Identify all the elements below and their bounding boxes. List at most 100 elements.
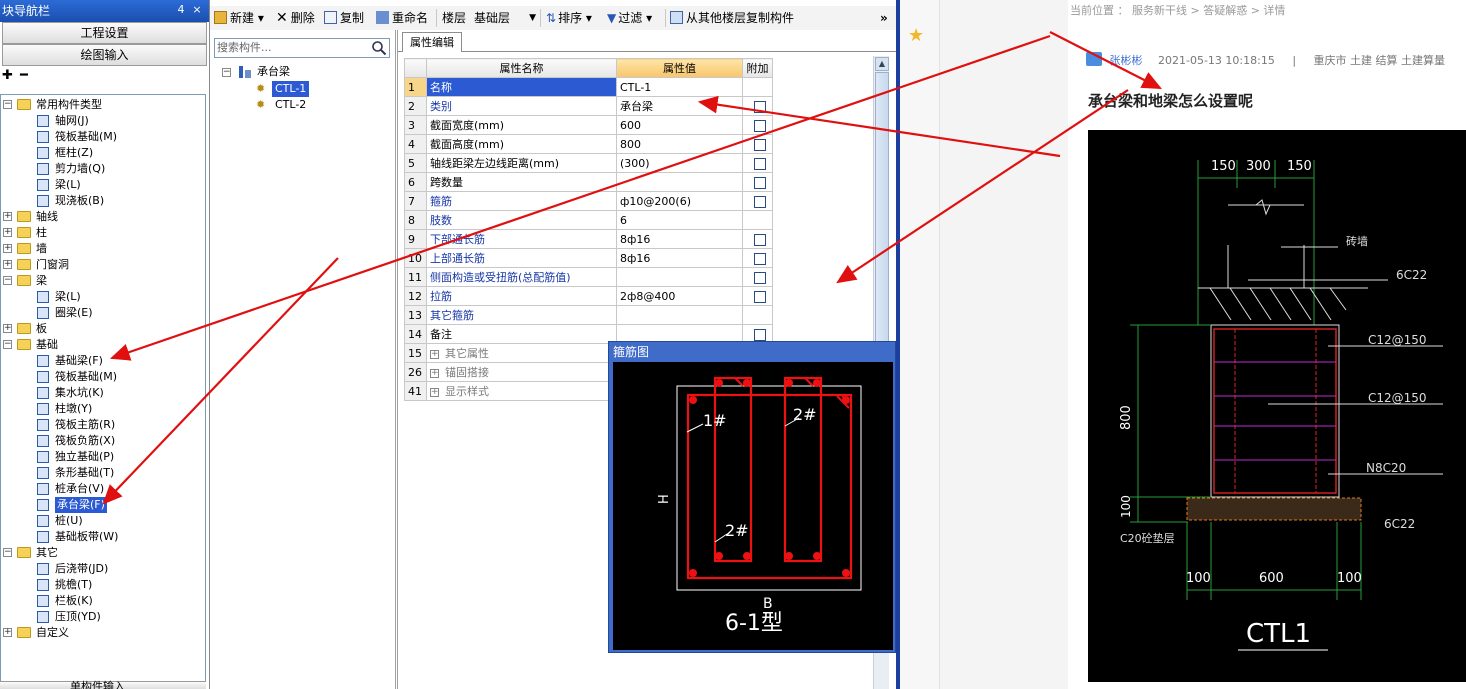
tree-folder[interactable]: 门窗洞: [36, 257, 69, 273]
tree-folder[interactable]: 轴线: [36, 209, 58, 225]
tree-toggle[interactable]: −: [3, 340, 12, 349]
copy-from-floor-button[interactable]: 从其他楼层复制构件: [670, 9, 794, 27]
collapse-toggle[interactable]: −: [222, 68, 231, 77]
tree-toggle[interactable]: −: [3, 276, 12, 285]
tree-toggle[interactable]: +: [3, 628, 12, 637]
tree-item[interactable]: 梁(L): [55, 177, 81, 193]
property-row[interactable]: 12 拉筋 2ф8@400: [404, 286, 773, 306]
tab-property-edit[interactable]: 属性编辑: [402, 32, 462, 52]
tree-item[interactable]: 桩(U): [55, 513, 83, 529]
drawing-input-button[interactable]: 绘图输入: [2, 44, 207, 66]
property-row[interactable]: 9 下部通长筋 8ф16: [404, 229, 773, 249]
tree-item[interactable]: 梁(L): [55, 289, 81, 305]
tree-item[interactable]: 栏板(K): [55, 593, 93, 609]
component-item-ctl-1[interactable]: CTL-1: [272, 81, 310, 97]
property-value-field[interactable]: CTL-1: [616, 77, 743, 97]
tree-item[interactable]: 筏板主筋(R): [55, 417, 115, 433]
tree-folder[interactable]: 墙: [36, 241, 47, 257]
tree-item[interactable]: 基础梁(F): [55, 353, 103, 369]
property-row[interactable]: 4 截面高度(mm) 800: [404, 134, 773, 154]
single-component-input-button[interactable]: 单构件输入: [0, 680, 206, 689]
property-row[interactable]: 5 轴线距梁左边线距离(mm) (300): [404, 153, 773, 173]
tree-item[interactable]: 桩承台(V): [55, 481, 104, 497]
expand-group-icon[interactable]: +: [430, 368, 439, 378]
property-row[interactable]: 6 跨数量: [404, 172, 773, 192]
property-value-field[interactable]: 8ф16: [616, 248, 743, 268]
property-row[interactable]: 3 截面宽度(mm) 600: [404, 115, 773, 135]
tree-item[interactable]: 柱墩(Y): [55, 401, 92, 417]
scroll-thumb[interactable]: [875, 72, 889, 362]
expand-group-icon[interactable]: +: [430, 387, 439, 397]
tree-item[interactable]: 框柱(Z): [55, 145, 93, 161]
tree-item[interactable]: 筏板基础(M): [55, 129, 117, 145]
property-value-field[interactable]: [616, 172, 743, 192]
scroll-up-icon[interactable]: ▲: [875, 57, 889, 71]
attach-checkbox[interactable]: [754, 328, 766, 341]
rename-button[interactable]: 重命名: [376, 9, 428, 27]
property-value-field[interactable]: [616, 305, 743, 325]
tree-toggle[interactable]: +: [3, 324, 12, 333]
property-row[interactable]: 7 箍筋 ф10@200(6): [404, 191, 773, 211]
attach-checkbox[interactable]: [754, 100, 766, 113]
tree-toggle[interactable]: +: [3, 244, 12, 253]
close-icon[interactable]: ×: [190, 3, 204, 17]
property-row[interactable]: 2 类别 承台梁: [404, 96, 773, 116]
tree-item[interactable]: 集水坑(K): [55, 385, 104, 401]
tree-folder[interactable]: 柱: [36, 225, 47, 241]
floor-select[interactable]: 基础层 ▼: [474, 9, 536, 27]
new-button[interactable]: 新建 ▾: [214, 9, 264, 27]
expand-group-icon[interactable]: +: [430, 349, 439, 359]
tree-item[interactable]: 筏板负筋(X): [55, 433, 115, 449]
copy-button[interactable]: 复制: [324, 9, 364, 27]
author-link[interactable]: 张彬彬: [1110, 54, 1143, 67]
tree-item[interactable]: 基础板带(W): [55, 529, 118, 545]
stirrup-diagram-window[interactable]: 箍筋图 1# 2# 2# H B 6-1型: [608, 341, 896, 653]
filter-button[interactable]: ▼ 过滤 ▾: [607, 9, 652, 27]
tree-folder[interactable]: 基础: [36, 337, 58, 353]
tree-item[interactable]: 挑檐(T): [55, 577, 92, 593]
tree-item[interactable]: 压顶(YD): [55, 609, 101, 625]
property-row[interactable]: 11 侧面构造或受扭筋(总配筋值): [404, 267, 773, 287]
attach-checkbox[interactable]: [754, 138, 766, 151]
header-property-value[interactable]: 属性值: [616, 58, 743, 78]
property-value-field[interactable]: 600: [616, 115, 743, 135]
attach-checkbox[interactable]: [754, 195, 766, 208]
tree-item[interactable]: 后浇带(JD): [55, 561, 108, 577]
property-value-field[interactable]: 800: [616, 134, 743, 154]
tree-folder[interactable]: 梁: [36, 273, 47, 289]
component-item-ctl-2[interactable]: CTL-2: [275, 97, 306, 113]
tree-item[interactable]: 筏板基础(M): [55, 369, 117, 385]
tree-toggle[interactable]: +: [3, 260, 12, 269]
sort-button[interactable]: ⇅ 排序 ▾: [546, 9, 592, 27]
tree-folder[interactable]: 板: [36, 321, 47, 337]
property-row[interactable]: 13 其它箍筋: [404, 305, 773, 325]
attach-checkbox[interactable]: [754, 233, 766, 246]
property-value-field[interactable]: 承台梁: [616, 96, 743, 116]
property-value-field[interactable]: ф10@200(6): [616, 191, 743, 211]
header-property-name[interactable]: 属性名称: [426, 58, 617, 78]
attach-checkbox[interactable]: [754, 290, 766, 303]
tree-folder[interactable]: 常用构件类型: [36, 97, 102, 113]
property-row[interactable]: 1 名称 CTL-1: [404, 77, 773, 97]
delete-button[interactable]: ✕ 删除: [276, 9, 315, 27]
header-attach[interactable]: 附加: [742, 58, 773, 78]
project-settings-button[interactable]: 工程设置: [2, 22, 207, 44]
property-value-field[interactable]: 2ф8@400: [616, 286, 743, 306]
attach-checkbox[interactable]: [754, 157, 766, 170]
tree-toggle[interactable]: +: [3, 228, 12, 237]
property-value-field[interactable]: (300): [616, 153, 743, 173]
pin-icon[interactable]: 4: [174, 3, 188, 17]
tree-item[interactable]: 现浇板(B): [55, 193, 104, 209]
tree-item[interactable]: 轴网(J): [55, 113, 89, 129]
component-root[interactable]: 承台梁: [257, 64, 290, 80]
tree-item[interactable]: 圈梁(E): [55, 305, 93, 321]
attach-checkbox[interactable]: [754, 119, 766, 132]
toolbar-overflow-button[interactable]: »: [880, 9, 888, 27]
component-search-input[interactable]: 搜索构件...: [214, 38, 390, 58]
tree-item[interactable]: 独立基础(P): [55, 449, 114, 465]
tree-item[interactable]: 条形基础(T): [55, 465, 114, 481]
attach-checkbox[interactable]: [754, 271, 766, 284]
property-value-field[interactable]: 8ф16: [616, 229, 743, 249]
tree-folder[interactable]: 其它: [36, 545, 58, 561]
tree-folder[interactable]: 自定义: [36, 625, 69, 641]
